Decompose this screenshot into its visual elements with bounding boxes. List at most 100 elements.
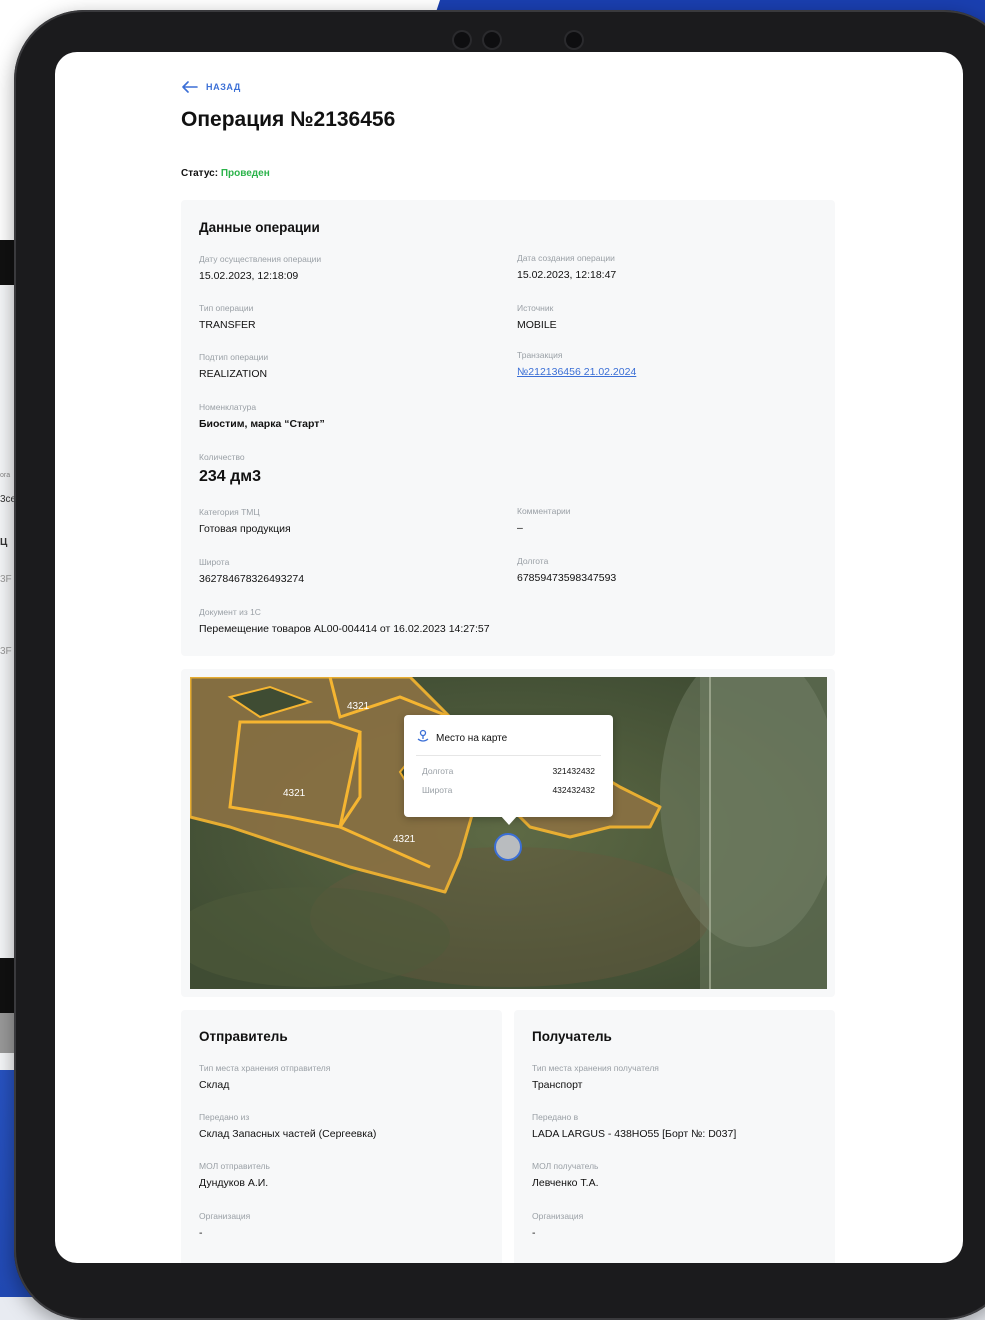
sender-card: Отправитель Тип места хранения отправите… <box>181 1010 502 1263</box>
field-value: 15.02.2023, 12:18:09 <box>199 270 299 282</box>
field-number-label: 4321 <box>393 834 416 845</box>
field-label: Тип места хранения отправителя <box>199 1063 331 1073</box>
receiver-card-title: Получатель <box>532 1029 612 1044</box>
camera-bar <box>454 30 594 50</box>
popup-divider <box>416 755 601 756</box>
field-value: Левченко Т.А. <box>532 1177 599 1189</box>
field-value: Дундуков А.И. <box>199 1177 269 1189</box>
field-value: - <box>199 1227 203 1239</box>
field-nomenclature: Номенклатура Биостим, марка “Старт” <box>199 402 325 430</box>
receiver-card: Получатель Тип места хранения получателя… <box>514 1010 835 1263</box>
field-transferred-from: Передано из Склад Запасных частей (Серге… <box>199 1112 376 1140</box>
popup-value: 321432432 <box>552 766 595 776</box>
field-label: Категория ТМЦ <box>199 507 260 517</box>
field-label: Дату осуществления операции <box>199 254 322 264</box>
field-transaction: Транзакция №212136456 21.02.2024 <box>517 350 636 378</box>
field-value: 362784678326493274 <box>199 573 305 585</box>
camera-icon <box>454 32 470 48</box>
status-line: Статус: Проведен <box>181 168 270 179</box>
field-number-label: 4321 <box>347 701 370 712</box>
field-value: REALIZATION <box>199 368 268 380</box>
field-value: - <box>532 1227 536 1239</box>
popup-row-latitude: Широта 432432432 <box>422 785 595 795</box>
arrow-left-icon <box>182 80 198 94</box>
field-transferred-to: Передано в LADA LARGUS - 438НО55 [Борт №… <box>532 1112 736 1140</box>
field-label: Тип места хранения получателя <box>532 1063 659 1073</box>
back-button[interactable]: НАЗАД <box>182 80 241 94</box>
transaction-link[interactable]: №212136456 21.02.2024 <box>517 366 636 378</box>
field-label: Тип операции <box>199 303 254 313</box>
field-1c-document: Документ из 1С Перемещение товаров AL00-… <box>199 607 490 635</box>
status-badge: Проведен <box>220 168 270 179</box>
map-card: 4321 4321 4321 Место на карте Долгота 32… <box>181 669 835 997</box>
page-title: Операция №2136456 <box>181 108 396 131</box>
field-label: Источник <box>517 303 554 313</box>
field-value: MOBILE <box>517 319 557 331</box>
field-value: Склад Запасных частей (Сергеевка) <box>199 1128 377 1140</box>
peek-text: Ц <box>0 537 8 548</box>
popup-row-longitude: Долгота 321432432 <box>422 766 595 776</box>
operation-card-title: Данные операции <box>199 220 320 235</box>
field-value: 15.02.2023, 12:18:47 <box>517 269 617 281</box>
field-comments: Комментарии – <box>517 506 571 534</box>
popup-tail <box>500 815 518 825</box>
popup-value: 432432432 <box>552 785 595 795</box>
map-popup: Место на карте Долгота 321432432 Широта … <box>404 715 613 825</box>
field-label: Дата создания операции <box>517 253 615 263</box>
field-sender-storage-type: Тип места хранения отправителя Склад <box>199 1063 330 1091</box>
field-label: Передано в <box>532 1112 579 1122</box>
app-screen: НАЗАД Операция №2136456 Статус: Проведен… <box>55 52 963 1263</box>
map-marker-icon[interactable] <box>494 833 522 861</box>
quantity-value: 234 дм3 <box>199 468 262 485</box>
field-value: Склад <box>199 1079 230 1091</box>
field-label: Количество <box>199 452 245 462</box>
field-value: LADA LARGUS - 438НО55 [Борт №: D037] <box>532 1128 737 1140</box>
field-receiver-storage-type: Тип места хранения получателя Транспорт <box>532 1063 659 1091</box>
field-label: Комментарии <box>517 506 571 516</box>
sensor-icon <box>566 32 582 48</box>
field-label: Широта <box>199 557 230 567</box>
field-value: 67859473598347593 <box>517 572 617 584</box>
field-source: Источник MOBILE <box>517 303 557 331</box>
field-quantity: Количество 234 дм3 <box>199 452 261 486</box>
field-operation-date: Дату осуществления операции 15.02.2023, … <box>199 254 321 282</box>
popup-key: Широта <box>422 785 453 795</box>
popup-key: Долгота <box>422 766 454 776</box>
peek-text: ora <box>0 472 11 479</box>
field-label: Организация <box>532 1211 584 1221</box>
field-receiver-mol: МОЛ получатель Левченко Т.А. <box>532 1161 599 1189</box>
satellite-map[interactable]: 4321 4321 4321 Место на карте Долгота 32… <box>190 677 827 989</box>
field-label: Документ из 1С <box>199 607 261 617</box>
field-category: Категория ТМЦ Готовая продукция <box>199 507 291 535</box>
popup-header: Место на карте <box>416 729 507 748</box>
field-number-label: 4321 <box>283 788 306 799</box>
field-label: Номенклатура <box>199 402 257 412</box>
field-label: Долгота <box>517 556 549 566</box>
peek-text: 3F <box>0 574 12 585</box>
field-value: Биостим, марка “Старт” <box>199 418 325 430</box>
field-sender-mol: МОЛ отправитель Дундуков А.И. <box>199 1161 270 1189</box>
field-operation-subtype: Подтип операции REALIZATION <box>199 352 268 380</box>
field-latitude: Широта 362784678326493274 <box>199 557 304 585</box>
operation-card: Данные операции Дату осуществления опера… <box>181 200 835 656</box>
field-sender-organization: Организация - <box>199 1211 250 1239</box>
peek-text: 3F <box>0 646 12 657</box>
field-value: Перемещение товаров AL00-004414 от 16.02… <box>199 623 490 635</box>
field-value: Транспорт <box>532 1079 583 1091</box>
field-receiver-organization: Организация - <box>532 1211 583 1239</box>
field-label: Передано из <box>199 1112 250 1122</box>
field-value: – <box>517 522 523 534</box>
sender-card-title: Отправитель <box>199 1029 288 1044</box>
field-label: МОЛ получатель <box>532 1161 599 1171</box>
field-label: Подтип операции <box>199 352 269 362</box>
field-label: МОЛ отправитель <box>199 1161 270 1171</box>
camera-icon <box>484 32 500 48</box>
field-label: Организация <box>199 1211 251 1221</box>
back-label: НАЗАД <box>206 82 241 92</box>
location-pin-icon <box>416 729 430 748</box>
field-longitude: Долгота 67859473598347593 <box>517 556 616 584</box>
field-created-date: Дата создания операции 15.02.2023, 12:18… <box>517 253 616 281</box>
popup-title: Место на карте <box>436 733 508 744</box>
field-value: TRANSFER <box>199 319 256 331</box>
field-operation-type: Тип операции TRANSFER <box>199 303 256 331</box>
